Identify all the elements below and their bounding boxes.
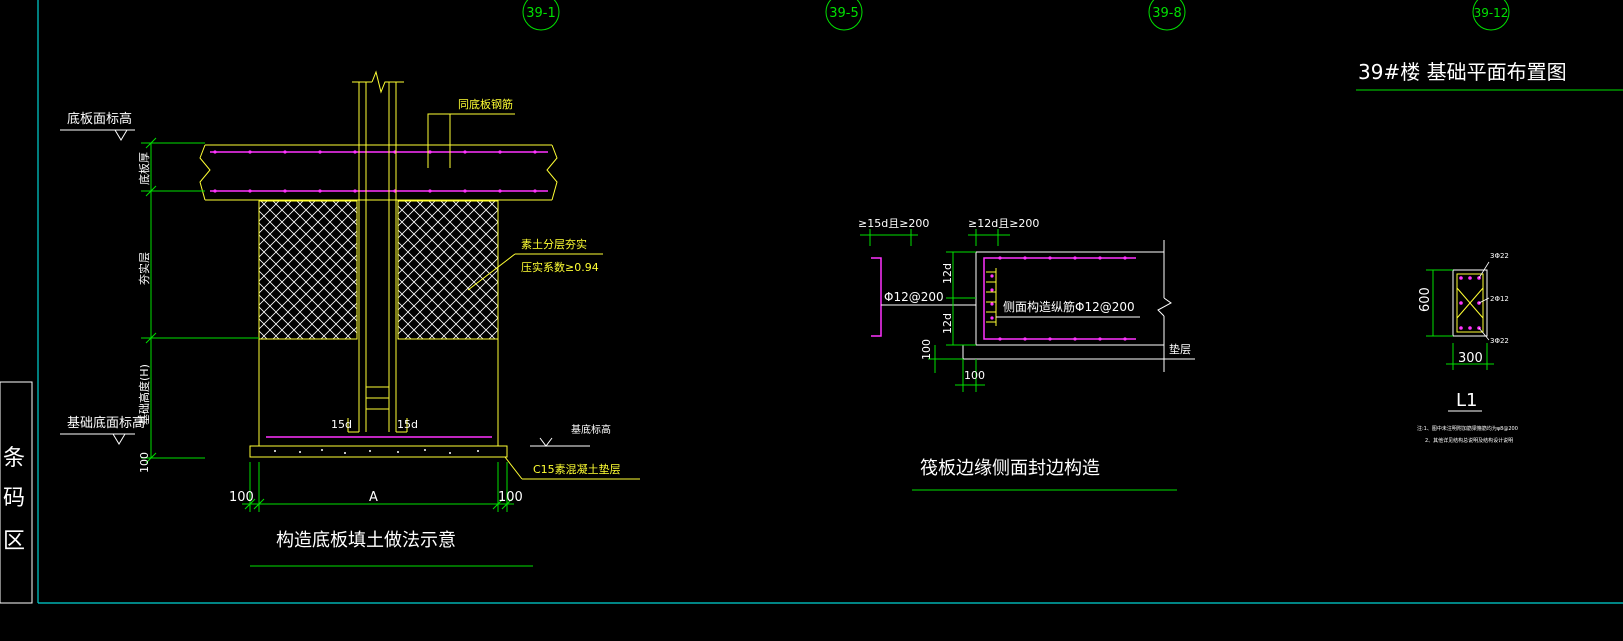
beam-bars-mid-label: 2Φ12 [1490,295,1509,303]
svg-text:39-1: 39-1 [526,6,556,21]
detail-3[interactable]: 600 300 3Φ22 2Φ12 3Φ22 L1 注:1、图中未注明附加筋梁箍… [1417,252,1518,444]
grid-bubble-39-12[interactable]: 39-12 [1472,0,1510,31]
lap-right-label: 15d [397,418,418,431]
left-panel-char-1: 条 [3,446,25,471]
dim-12d-label: ≥12d且≥200 [968,217,1039,230]
drawing-title[interactable]: 39#楼 基础平面布置图 [1356,60,1623,91]
beam-width-label: 300 [1458,351,1483,366]
dim-100-h-label: 100 [964,369,985,382]
svg-text:39-12: 39-12 [1474,6,1509,20]
svg-text:39-8: 39-8 [1152,6,1182,21]
bed-note-label: C15素混凝土垫层 [533,462,621,476]
edge-rebar-dots [990,256,1127,341]
left-panel-char-3: 区 [3,529,25,554]
slab-rebar [210,151,548,192]
left-panel-char-2: 码 [3,486,25,511]
bed-aggregate-dots [274,449,479,454]
vertical-dimension-chain [141,137,259,464]
bottom-level-label: 基础底面标高 [67,415,145,431]
beam-name-label: L1 [1456,390,1477,411]
drawing-title-text: 39#楼 基础平面布置图 [1358,60,1567,84]
fill-note-line-1: 素土分层夯实 [521,237,587,251]
side-bars-label: 侧面构造纵筋Φ12@200 [1003,299,1135,314]
found-height-label: 基础高度(H) [137,364,151,425]
grid-bubble-39-8[interactable]: 39-8 [1148,0,1186,31]
slab-rebar-dots [213,150,537,193]
dim-100-label: 100 [138,452,151,473]
detail-2[interactable]: Φ12@200 侧面构造纵筋Φ12@200 ≥15d且≥200 ≥12d且≥20… [858,217,1195,491]
dim-100-v-label: 100 [920,339,933,360]
beam-height-label: 600 [1418,287,1433,312]
fill-note-line-2: 压实系数≥0.94 [521,260,599,274]
dim-12d-top-label: 12d [941,263,954,284]
svg-text:39-5: 39-5 [829,6,859,21]
detail-1-caption: 构造底板填土做法示意 [276,530,456,551]
grid-bubble-39-1[interactable]: 39-1 [522,0,560,31]
bed-label: 垫层 [1169,342,1191,356]
dim-a-label: A [369,490,378,505]
bar-note-leader [427,113,515,168]
slab-thk-label: 底板厚 [137,152,151,185]
detail-2-dimensions [860,229,1010,392]
fill-thk-label: 夯实层 [137,252,151,285]
left-panel-text: 条 码 区 [3,446,25,554]
horizontal-dimension [242,462,514,512]
grid-bubbles: 39-1 39-5 39-8 39-12 [522,0,1510,31]
dim-left-label: 100 [229,490,254,505]
dim-12d-bot-label: 12d [941,313,954,334]
fill-hatch-right [397,200,499,340]
top-level-label: 底板面标高 [67,111,132,127]
bar-left-label: Φ12@200 [884,290,944,304]
bottom-level-marker [60,433,135,445]
beam-note-1: 注:1、图中未注明附加筋梁箍筋均为φ8@200 [1417,425,1518,432]
dim-15d-label: ≥15d且≥200 [858,217,929,230]
grid-bubble-39-5[interactable]: 39-5 [825,0,863,31]
fill-hatch-left [258,200,358,340]
bed-level-label: 基底标高 [571,423,611,436]
beam-bars-top-label: 3Φ22 [1490,252,1509,260]
top-level-marker [60,129,135,141]
beam-note-2: 2、其他详见结构总说明及结构设计说明 [1425,437,1513,444]
lap-left-label: 15d [331,418,352,431]
detail-1[interactable]: 同底板钢筋 素土分层夯实 压实系数≥0.94 C15素混凝土垫层 基底标高 15… [60,70,640,567]
beam-bars-bot-label: 3Φ22 [1490,337,1509,345]
bed-level-symbol [530,437,590,447]
dim-right-label: 100 [498,490,523,505]
detail-2-caption: 筏板边缘侧面封边构造 [920,458,1100,479]
cad-drawing-canvas[interactable]: 条 码 区 39-1 39-5 39-8 39-12 39#楼 基础平面布置图 [0,0,1623,641]
bar-note-label: 同底板钢筋 [458,97,513,111]
